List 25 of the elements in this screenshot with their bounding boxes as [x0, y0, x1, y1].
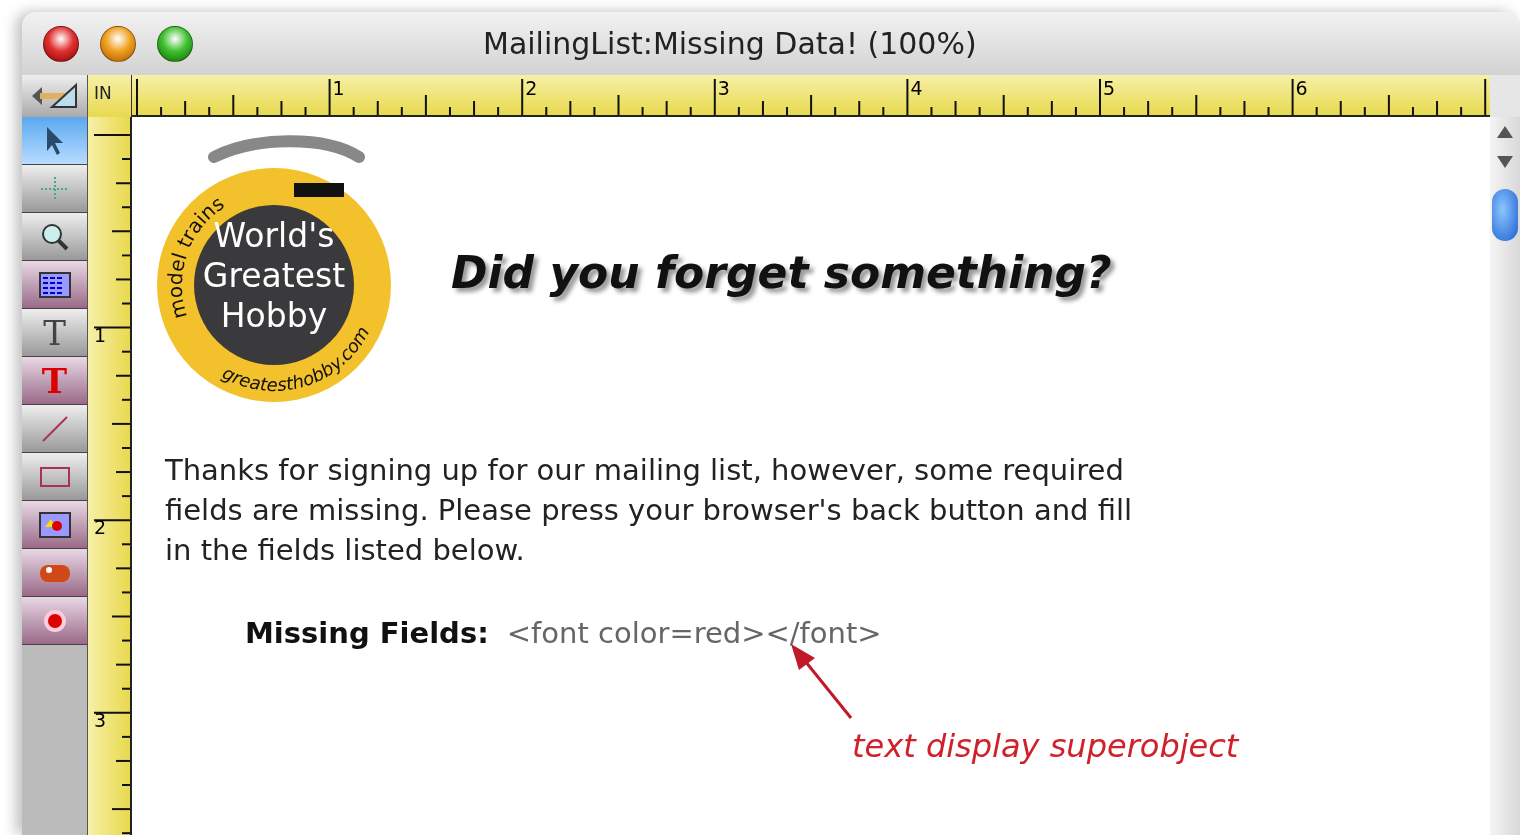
ruler-unit: IN — [88, 75, 132, 117]
missing-fields-value: <font color=red></font> — [506, 615, 882, 652]
window-control-button[interactable] — [100, 25, 136, 62]
window-control-button[interactable] — [157, 25, 193, 62]
annotation-text: text display superobject — [852, 726, 1239, 767]
pointer-tool-button[interactable] — [22, 117, 87, 165]
crosshair-tool-button[interactable] — [22, 165, 87, 213]
window-title: MailingList:Missing Data! (100%) — [483, 25, 977, 63]
up-arrow-icon — [1496, 125, 1514, 139]
window-control-button[interactable] — [43, 25, 79, 62]
text-tool-button[interactable]: T — [22, 309, 87, 357]
down-arrow-icon — [1496, 155, 1514, 169]
horizontal-ruler: 1 2 3 4 5 6 — [132, 75, 1490, 115]
radio-tool-button[interactable] — [22, 597, 87, 645]
rect-tool-button[interactable] — [22, 453, 87, 501]
magnifier-tool-button[interactable] — [22, 213, 87, 261]
vertical-ruler: 1 2 3 — [88, 117, 130, 835]
button-tool-button[interactable] — [22, 549, 87, 597]
heading: Did you forget something? — [451, 245, 1112, 300]
missing-fields-label: Missing Fields: — [245, 615, 489, 652]
picture-tool-button[interactable] — [22, 501, 87, 549]
line-tool-button[interactable] — [22, 405, 87, 453]
scroll-thumb[interactable] — [1492, 189, 1518, 241]
list-tool-button[interactable] — [22, 261, 87, 309]
message-text: Thanks for signing up for our mailing list, however, some required fields are missing. Please press your browser's back button and fill in the fields listed below. — [165, 452, 1134, 569]
